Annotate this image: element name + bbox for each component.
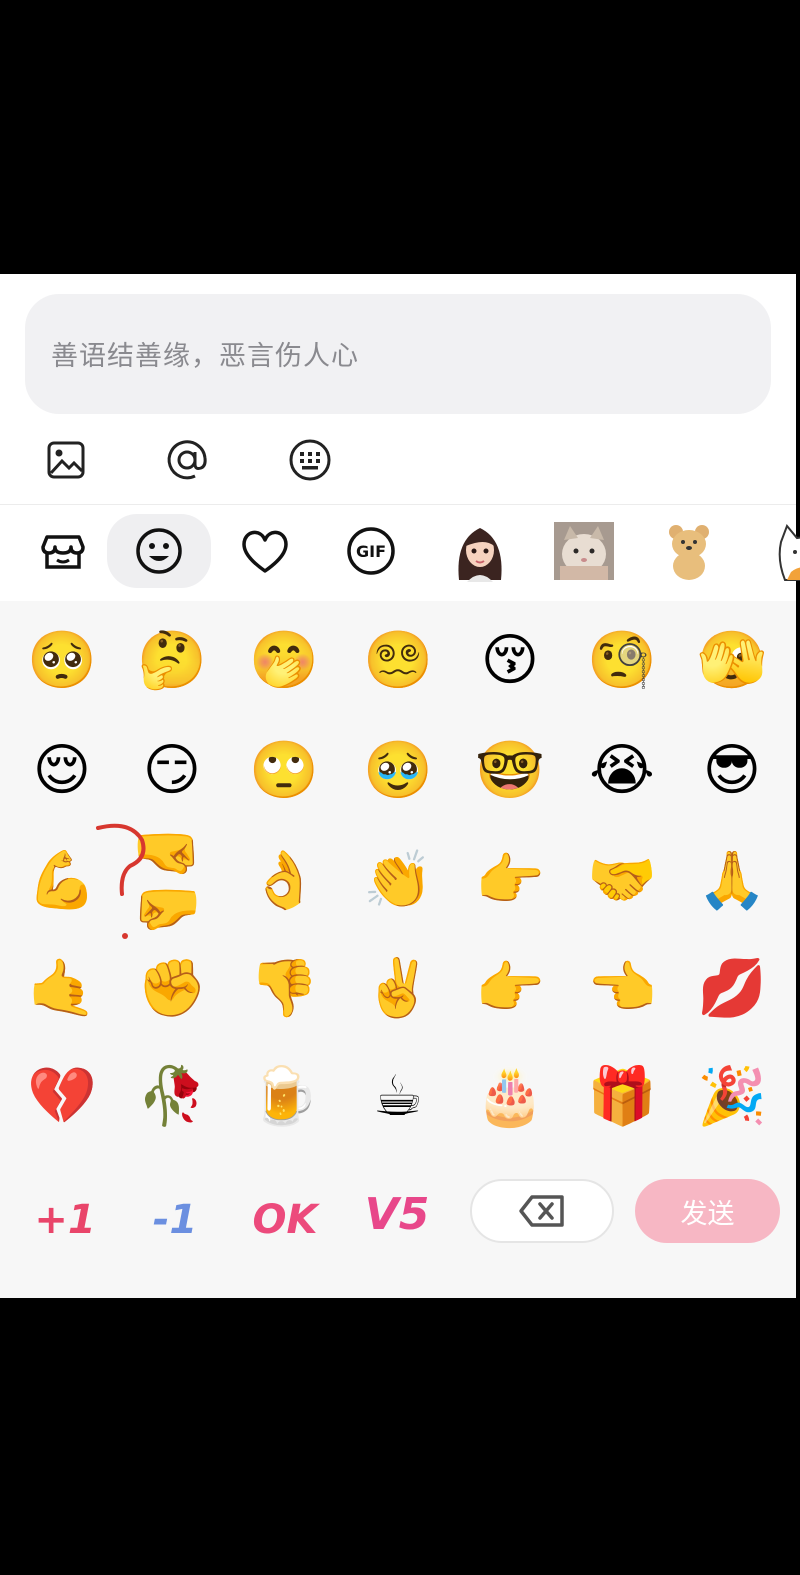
send-button[interactable]: 发送 bbox=[635, 1179, 780, 1243]
emoji-item[interactable]: 🥀 bbox=[132, 1057, 212, 1137]
emoji-item[interactable]: 💋 bbox=[692, 949, 772, 1029]
image-icon[interactable] bbox=[42, 436, 90, 484]
emoji-item[interactable]: 🧐 bbox=[582, 621, 662, 701]
delete-button[interactable] bbox=[470, 1179, 614, 1243]
emoji-item[interactable]: 👎 bbox=[244, 949, 324, 1029]
gif-label: GIF bbox=[356, 542, 386, 561]
emoji-item[interactable]: 🥺 bbox=[22, 621, 102, 701]
emoji-item[interactable]: ✌️ bbox=[358, 949, 438, 1029]
emoji-item[interactable]: 🤓 bbox=[470, 731, 550, 811]
emoji-item[interactable]: 💔 bbox=[22, 1057, 102, 1137]
comment-placeholder: 善语结善缘，恶言伤人心 bbox=[51, 341, 359, 372]
emoji-item[interactable]: 🤙 bbox=[22, 949, 102, 1029]
emoji-item[interactable]: 👉 bbox=[470, 949, 550, 1029]
emoji-item[interactable]: 🫣 bbox=[692, 621, 772, 701]
sticker-plus-one[interactable]: +1 bbox=[20, 1185, 110, 1255]
emoji-category-tabs: GIF bbox=[0, 506, 800, 601]
emoji-grid: 🥺 🤔 🤭 😵‍💫 😚 🧐 🫣 😌 😏 🙄 🥹 🤓 😭 😎 💪 🤜🤛 👌 👏 👉 🤝 🙏 🤙 ✊ 👎 ✌️ 👉 👈 💋 💔 🥀 🍺 ☕ 🎂 🎁 🎉 … bbox=[0, 601, 796, 1298]
emoji-item[interactable]: 🎁 bbox=[582, 1057, 662, 1137]
input-toolbar bbox=[0, 424, 796, 496]
emoji-item[interactable]: 👌 bbox=[244, 841, 324, 921]
sticker-minus-one[interactable]: -1 bbox=[130, 1185, 220, 1255]
gif-icon[interactable]: GIF bbox=[334, 514, 408, 588]
bear-sticker-icon[interactable] bbox=[652, 514, 726, 588]
emoji-item[interactable]: 🤔 bbox=[132, 621, 212, 701]
emoji-item[interactable]: 🤝 bbox=[582, 841, 662, 921]
emoji-item[interactable]: 🎂 bbox=[470, 1057, 550, 1137]
emoji-item[interactable]: 🤭 bbox=[244, 621, 324, 701]
comment-input[interactable]: 善语结善缘，恶言伤人心 bbox=[25, 294, 771, 414]
backspace-icon bbox=[519, 1195, 564, 1227]
heart-icon[interactable] bbox=[228, 514, 302, 588]
emoji-item[interactable]: 😵‍💫 bbox=[358, 621, 438, 701]
red-question-mark-annotation bbox=[96, 823, 146, 939]
mention-icon[interactable] bbox=[163, 436, 211, 484]
cat-sticker-icon[interactable] bbox=[752, 514, 800, 588]
emoji-item[interactable]: 👈 bbox=[582, 949, 662, 1029]
emoji-item[interactable]: 🍺 bbox=[244, 1057, 324, 1137]
sticker-ok[interactable]: OK bbox=[240, 1185, 330, 1255]
emoji-item[interactable]: ✊ bbox=[132, 949, 212, 1029]
emoji-item[interactable]: 🙏 bbox=[692, 841, 772, 921]
emoji-item[interactable]: 🙄 bbox=[244, 731, 324, 811]
divider bbox=[0, 504, 796, 505]
emoji-item[interactable]: 😌 bbox=[22, 731, 102, 811]
emoji-item[interactable]: 😏 bbox=[132, 731, 212, 811]
emoji-item[interactable]: 🎉 bbox=[692, 1057, 772, 1137]
comment-panel: 善语结善缘，恶言伤人心 GIF bbox=[0, 274, 800, 1298]
sticker-v5[interactable]: V5 bbox=[352, 1179, 442, 1249]
emoji-item[interactable]: 👉 bbox=[470, 841, 550, 921]
cat-photo-icon[interactable] bbox=[547, 514, 621, 588]
avatar-girl-icon[interactable] bbox=[443, 514, 517, 588]
emoji-item[interactable]: 😭 bbox=[582, 731, 662, 811]
emoji-item[interactable]: 😚 bbox=[470, 621, 550, 701]
emoji-item[interactable]: 😎 bbox=[692, 731, 772, 811]
emoji-item[interactable]: ☕ bbox=[358, 1057, 438, 1137]
keyboard-icon[interactable] bbox=[286, 436, 334, 484]
emoji-item[interactable]: 🥹 bbox=[358, 731, 438, 811]
smiley-icon[interactable] bbox=[107, 514, 211, 588]
sticker-shop-icon[interactable] bbox=[26, 514, 100, 588]
emoji-item[interactable]: 👏 bbox=[358, 841, 438, 921]
